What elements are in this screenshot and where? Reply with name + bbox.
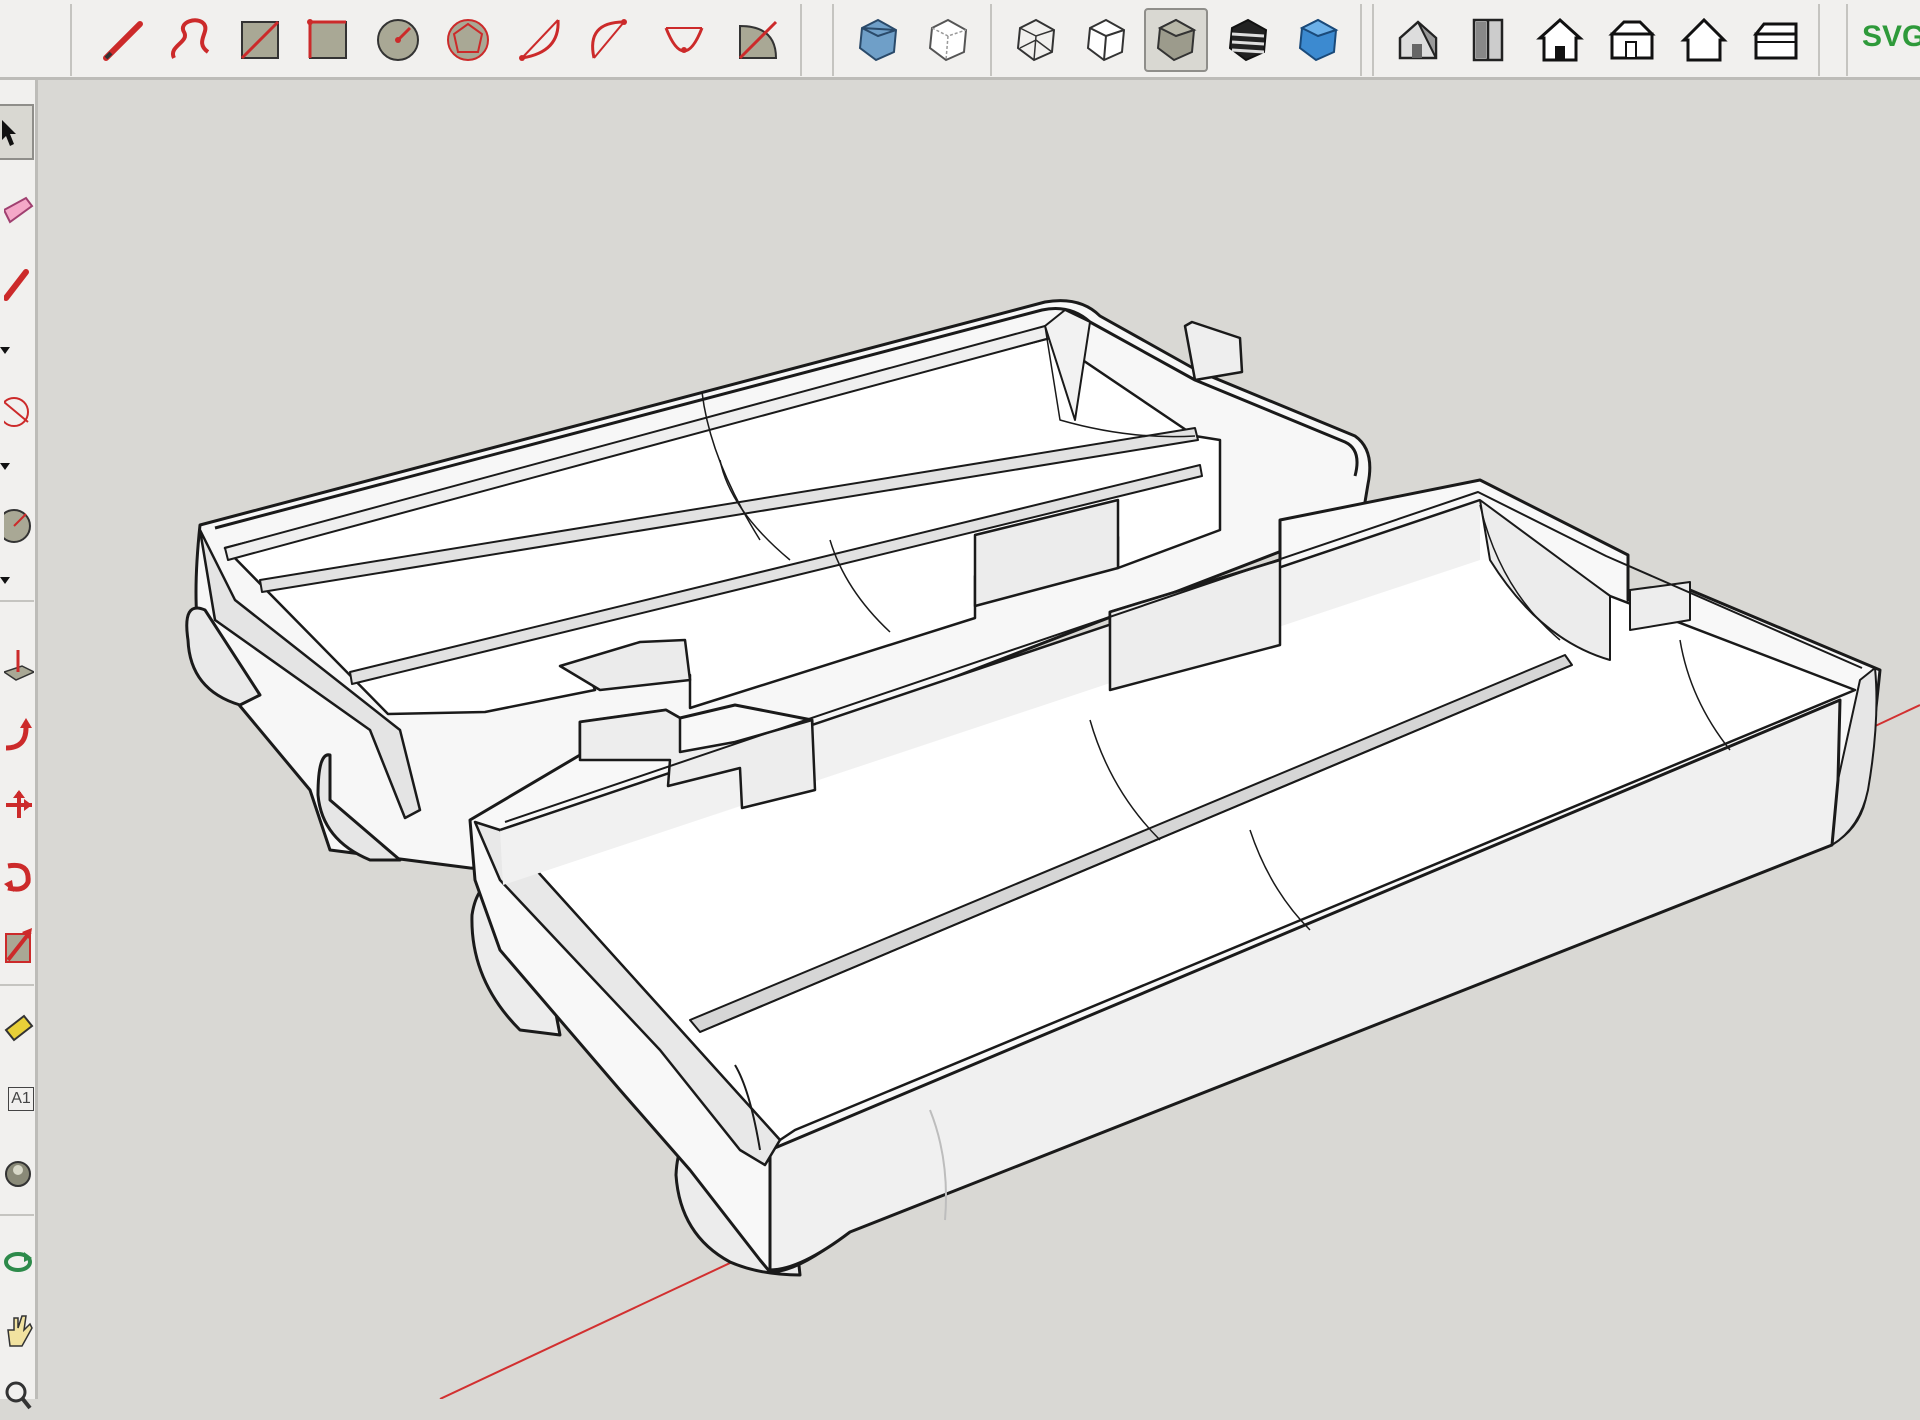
toolbar-separator — [0, 600, 34, 602]
magnifier-icon — [5, 1381, 32, 1410]
circle-icon — [377, 19, 419, 61]
xray-style-button[interactable] — [846, 8, 910, 72]
two-point-arc-icon — [591, 19, 627, 59]
follow-me-icon — [5, 718, 32, 751]
right-house-icon — [1608, 20, 1656, 60]
rotate-icon — [4, 862, 31, 892]
orbit-tool-button[interactable] — [0, 1236, 34, 1286]
pencil-icon — [103, 21, 143, 61]
circle-tool-button[interactable] — [366, 8, 430, 72]
text-tool-label: A1 — [11, 1090, 31, 1107]
arc-tool-button[interactable] — [508, 8, 572, 72]
scale-tool-button[interactable] — [0, 920, 34, 970]
push-pull-icon — [4, 650, 34, 681]
polygon-tool-button[interactable] — [436, 8, 500, 72]
move-arrows-icon — [6, 790, 32, 818]
paint-bucket-tool-button[interactable] — [0, 1000, 34, 1050]
follow-me-tool-button[interactable] — [0, 712, 34, 762]
pan-tool-button[interactable] — [0, 1306, 34, 1356]
large-tool-set-toolbar: A1 — [0, 80, 38, 1410]
back-house-icon — [1680, 17, 1728, 62]
two-point-arc-tool-button[interactable] — [580, 8, 644, 72]
shapes-icon — [4, 397, 29, 427]
shapes-tool-button[interactable] — [0, 386, 34, 436]
left-view-button[interactable] — [1744, 8, 1808, 72]
xray-cube-icon — [858, 18, 898, 62]
circle-tool-button[interactable] — [0, 500, 34, 550]
freehand-icon — [171, 18, 210, 59]
wireframe-cube-icon — [1016, 18, 1056, 62]
expand-arrow-icon[interactable] — [0, 342, 10, 354]
wireframe-style-button[interactable] — [1004, 8, 1068, 72]
toolbar-separator — [0, 1214, 34, 1216]
svg-extension-button[interactable]: SVG — [1862, 20, 1920, 54]
toolbar-grip[interactable] — [832, 4, 834, 76]
hand-icon — [7, 1315, 33, 1347]
rotate-tool-button[interactable] — [0, 850, 34, 900]
main-toolbar: SVG — [0, 0, 1920, 80]
push-pull-tool-button[interactable] — [0, 640, 34, 690]
line-tool-button[interactable] — [92, 8, 156, 72]
model-canvas[interactable] — [38, 80, 1920, 1399]
monochrome-cube-icon — [1298, 18, 1339, 62]
walk-tool-button[interactable] — [0, 1150, 34, 1200]
top-house-icon — [1472, 18, 1504, 62]
left-house-icon — [1752, 22, 1798, 60]
toolbar-separator — [1818, 4, 1820, 76]
toolbar-separator — [990, 4, 992, 76]
pencil-tool-button[interactable] — [0, 260, 34, 310]
circle-icon — [4, 509, 31, 543]
expand-arrow-icon[interactable] — [0, 458, 10, 470]
pie-icon — [738, 20, 778, 60]
shaded-with-textures-style-button[interactable] — [1216, 8, 1280, 72]
arrow-cursor-icon — [2, 120, 16, 146]
right-view-button[interactable] — [1600, 8, 1664, 72]
orbit-icon — [4, 1252, 32, 1272]
rotated-rectangle-tool-button[interactable] — [296, 8, 360, 72]
text-tool-button[interactable]: A1 — [0, 1074, 34, 1124]
hidden-line-cube-icon — [1086, 18, 1126, 62]
front-view-button[interactable] — [1528, 8, 1592, 72]
three-point-arc-tool-button[interactable] — [652, 8, 716, 72]
scale-icon — [5, 928, 32, 963]
textured-cube-icon — [1228, 18, 1268, 62]
rotated-rectangle-icon — [307, 19, 347, 59]
select-tool-button[interactable] — [0, 104, 34, 160]
zoom-tool-button[interactable] — [0, 1370, 34, 1420]
rectangle-tool-button[interactable] — [228, 8, 292, 72]
model-viewport[interactable] — [38, 80, 1920, 1399]
monochrome-style-button[interactable] — [1286, 8, 1350, 72]
walk-icon — [5, 1161, 31, 1187]
toolbar-separator — [0, 984, 34, 986]
eraser-icon — [4, 196, 34, 224]
front-house-icon — [1536, 17, 1584, 62]
text-tool-icon: A1 — [8, 1087, 34, 1111]
rectangle-icon — [240, 20, 280, 60]
eraser-tool-button[interactable] — [0, 190, 34, 240]
top-view-button[interactable] — [1456, 8, 1520, 72]
back-edges-style-button[interactable] — [916, 8, 980, 72]
iso-view-button[interactable] — [1386, 8, 1450, 72]
arc-icon — [519, 19, 560, 61]
shaded-style-button[interactable] — [1144, 8, 1208, 72]
shaded-cube-icon — [1156, 18, 1197, 62]
toolbar-separator — [800, 4, 802, 76]
iso-house-icon — [1398, 20, 1438, 60]
paint-bucket-icon — [4, 1014, 34, 1042]
expand-arrow-icon[interactable] — [0, 572, 10, 584]
move-tool-button[interactable] — [0, 780, 34, 830]
pie-tool-button[interactable] — [726, 8, 790, 72]
three-point-arc-icon — [664, 27, 704, 53]
back-view-button[interactable] — [1672, 8, 1736, 72]
back-edges-cube-icon — [928, 18, 968, 62]
toolbar-grip[interactable] — [70, 4, 72, 76]
freehand-tool-button[interactable] — [160, 8, 224, 72]
toolbar-grip[interactable] — [1372, 4, 1374, 76]
hidden-line-style-button[interactable] — [1074, 8, 1138, 72]
polygon-icon — [447, 19, 489, 61]
toolbar-separator — [1360, 4, 1362, 76]
pencil-icon — [4, 269, 29, 301]
toolbar-grip[interactable] — [1846, 4, 1848, 76]
